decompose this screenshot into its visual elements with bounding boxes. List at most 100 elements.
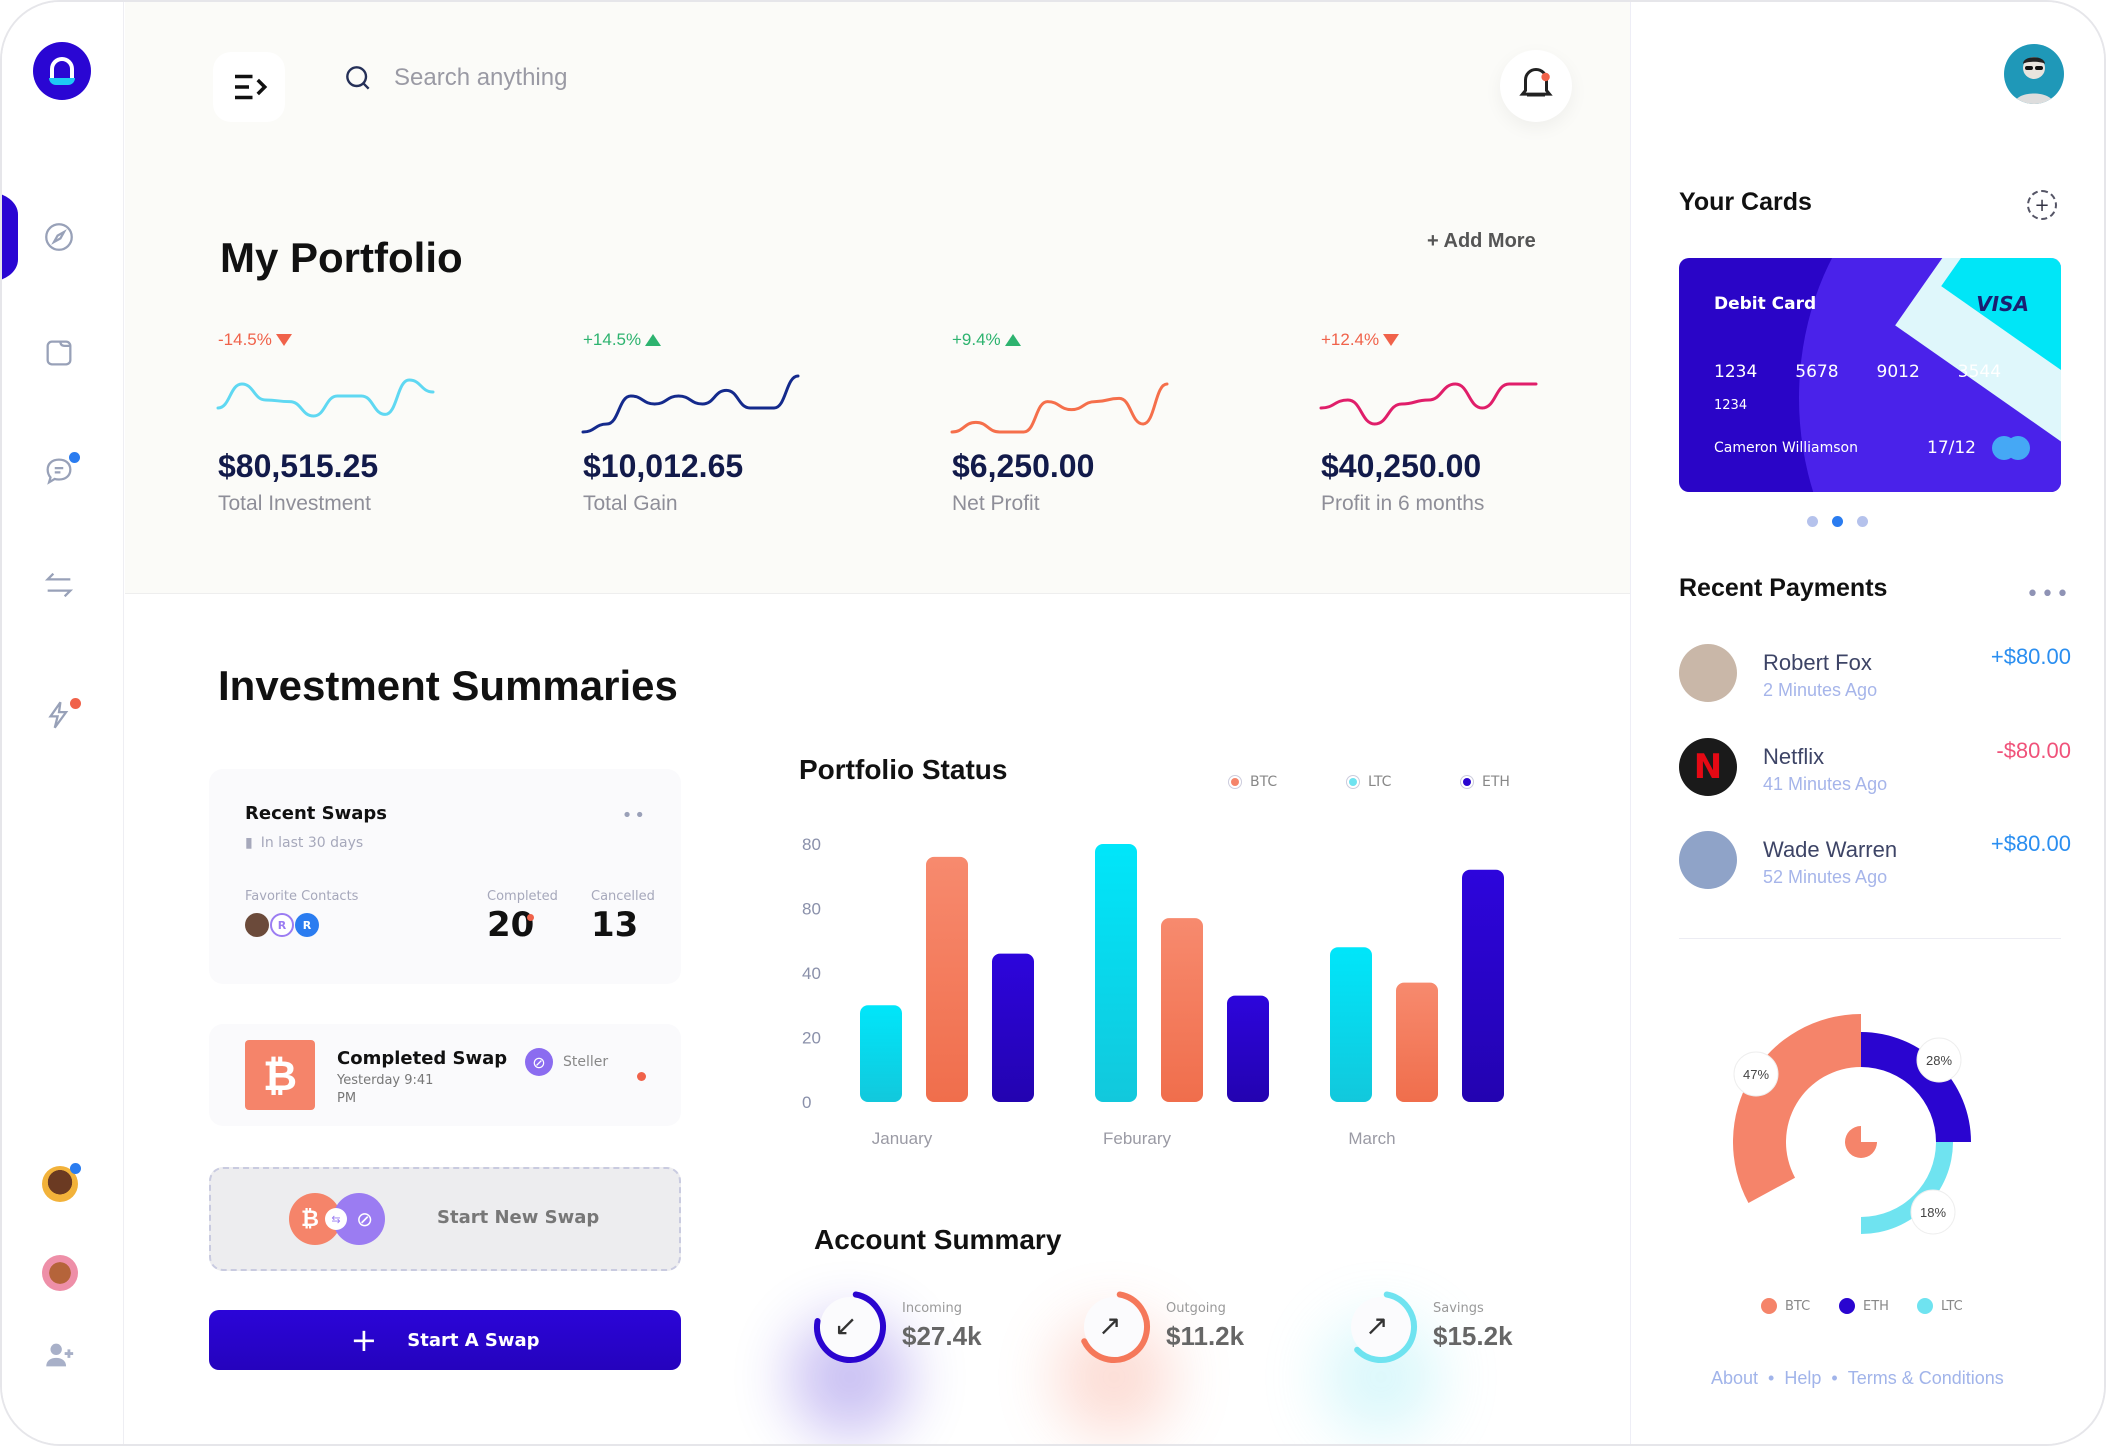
- sparkline-path: [1319, 382, 1538, 426]
- terms-link[interactable]: Terms & Conditions: [1848, 1368, 2004, 1389]
- recent-payments-title: Recent Payments: [1679, 574, 1888, 602]
- contact-avatar-2[interactable]: [42, 1255, 78, 1291]
- nav-explore[interactable]: [42, 220, 76, 254]
- notifications-button[interactable]: [1500, 50, 1572, 122]
- nav-messages[interactable]: [42, 452, 80, 488]
- x-tick-label: Feburary: [1103, 1129, 1172, 1148]
- payment-row[interactable]: Robert Fox 2 Minutes Ago +$80.00: [1679, 644, 2071, 708]
- card-pager: [1807, 516, 1868, 527]
- plus-icon: +: [350, 1321, 378, 1359]
- summary-savings[interactable]: ↗ Savings $15.2k: [1321, 1287, 1581, 1437]
- stat-net-profit: +9.4% $6,250.00 Net Profit: [950, 330, 1192, 515]
- pager-dot[interactable]: [1857, 516, 1868, 527]
- pager-dot[interactable]: [1807, 516, 1818, 527]
- change-indicator: +14.5%: [583, 330, 823, 350]
- user-avatar[interactable]: [2004, 44, 2064, 104]
- legend-item-ltc[interactable]: LTC: [1346, 774, 1391, 790]
- summary-value: $27.4k: [902, 1321, 982, 1351]
- change-indicator: +12.4%: [1321, 330, 1561, 350]
- start-swap-label: Start A Swap: [407, 1329, 540, 1351]
- card-number: 1234 5678 9012 3544: [1714, 362, 2002, 382]
- add-contact-button[interactable]: [42, 1338, 76, 1372]
- legend-item-btc[interactable]: BTC: [1228, 774, 1277, 790]
- payer-name: Robert Fox: [1763, 650, 1872, 675]
- search-input[interactable]: [394, 64, 754, 92]
- status-dot: [637, 1072, 646, 1081]
- page-title: My Portfolio: [220, 234, 463, 281]
- payment-row[interactable]: Wade Warren 52 Minutes Ago +$80.00: [1679, 831, 2071, 895]
- bar-eth-march[interactable]: [1462, 869, 1504, 1102]
- mastercard-icon: [1992, 436, 2032, 460]
- bar-eth-feburary[interactable]: [1227, 995, 1269, 1102]
- notification-badge: [70, 698, 81, 709]
- folder-icon: [46, 340, 72, 366]
- search-bar: [342, 62, 754, 94]
- card-holder: Cameron Williamson: [1714, 440, 1858, 456]
- start-new-swap-card[interactable]: ₿ ⊘ ⇆ Start New Swap: [209, 1167, 681, 1271]
- user-photo: [2014, 57, 2054, 104]
- bar-eth-january[interactable]: [992, 953, 1034, 1102]
- status-dot: [527, 914, 534, 921]
- contact-avatar[interactable]: R: [270, 913, 294, 937]
- legend-item-eth[interactable]: ETH: [1460, 774, 1510, 790]
- payment-row[interactable]: N Netflix 41 Minutes Ago -$80.00: [1679, 738, 2071, 802]
- summary-label: Incoming: [902, 1301, 962, 1316]
- stat-total-gain: +14.5% $10,012.65 Total Gain: [581, 330, 823, 515]
- payer-avatar: [1679, 644, 1737, 702]
- contact-avatar[interactable]: R: [295, 913, 319, 937]
- payment-time: 41 Minutes Ago: [1763, 774, 1888, 794]
- payment-amount: +$80.00: [1990, 644, 2071, 669]
- card-type: Debit Card: [1714, 294, 1817, 314]
- nav-activity[interactable]: [42, 698, 81, 732]
- favorite-contacts: R R: [245, 913, 320, 937]
- stellar-icon: ⊘: [525, 1048, 553, 1076]
- stat-label: Net Profit: [952, 492, 1040, 515]
- add-more-button[interactable]: + Add More: [1427, 230, 1536, 253]
- search-icon[interactable]: [342, 62, 374, 94]
- about-link[interactable]: About: [1711, 1368, 1758, 1389]
- bar-btc-march[interactable]: [1396, 982, 1438, 1102]
- online-badge: [70, 1163, 81, 1174]
- completed-swap-card[interactable]: ₿ Completed Swap Yesterday 9:41 PM ⊘ Stel…: [209, 1024, 681, 1126]
- favorite-contacts-label: Favorite Contacts: [245, 889, 359, 904]
- debit-card[interactable]: Debit Card VISA 1234 5678 9012 3544 1234 Ca…: [1679, 258, 2061, 492]
- payment-amount: -$80.00: [1996, 738, 2071, 763]
- summary-value: $15.2k: [1433, 1321, 1513, 1351]
- app-logo[interactable]: [33, 42, 91, 100]
- y-tick-label: 20: [802, 1029, 821, 1048]
- contact-avatar[interactable]: [245, 913, 269, 937]
- sidebar: [2, 2, 124, 1444]
- nav-exchange[interactable]: [42, 568, 76, 602]
- stat-value: $10,012.65: [583, 448, 744, 484]
- bar-btc-january[interactable]: [926, 856, 968, 1102]
- bar-btc-feburary[interactable]: [1161, 918, 1203, 1102]
- menu-toggle-button[interactable]: [213, 52, 285, 122]
- cancelled-count: 13: [591, 905, 639, 945]
- portfolio-status-chart: 80 80 40 20 0 January Feburary March: [802, 835, 1504, 1148]
- stat-label: Total Gain: [583, 492, 678, 515]
- legend-item-btc: BTC: [1761, 1298, 1810, 1314]
- summary-outgoing[interactable]: ↗ Outgoing $11.2k: [1054, 1287, 1314, 1437]
- bar-ltc-january[interactable]: [860, 1005, 902, 1102]
- stat-profit-6-months: +12.4% $40,250.00 Profit in 6 months: [1319, 330, 1561, 515]
- summary-incoming[interactable]: ↙ Incoming $27.4k: [790, 1287, 1050, 1437]
- completed-label: Completed: [487, 889, 558, 904]
- start-swap-button[interactable]: + Start A Swap: [209, 1310, 681, 1370]
- right-panel: Your Cards + Debit Card VISA 1234 5678 901…: [1630, 2, 2104, 1444]
- add-card-button[interactable]: +: [2027, 190, 2057, 220]
- pager-dot-active[interactable]: [1832, 516, 1843, 527]
- more-options-button[interactable]: •••: [2026, 582, 2071, 607]
- sparkline: [581, 374, 800, 434]
- help-link[interactable]: Help: [1784, 1368, 1821, 1389]
- summary-label: Outgoing: [1166, 1301, 1226, 1316]
- bar-ltc-feburary[interactable]: [1095, 844, 1137, 1102]
- more-options-button[interactable]: ••: [622, 805, 647, 826]
- bitcoin-icon: ₿: [245, 1040, 315, 1110]
- slice-label: 47%: [1743, 1067, 1769, 1082]
- bar-ltc-march[interactable]: [1330, 947, 1372, 1102]
- stat-label: Profit in 6 months: [1321, 492, 1485, 515]
- y-tick-label: 0: [802, 1093, 811, 1112]
- contact-avatar-1[interactable]: [42, 1163, 81, 1202]
- nav-wallet[interactable]: [42, 336, 76, 370]
- netflix-logo: N: [1679, 738, 1737, 796]
